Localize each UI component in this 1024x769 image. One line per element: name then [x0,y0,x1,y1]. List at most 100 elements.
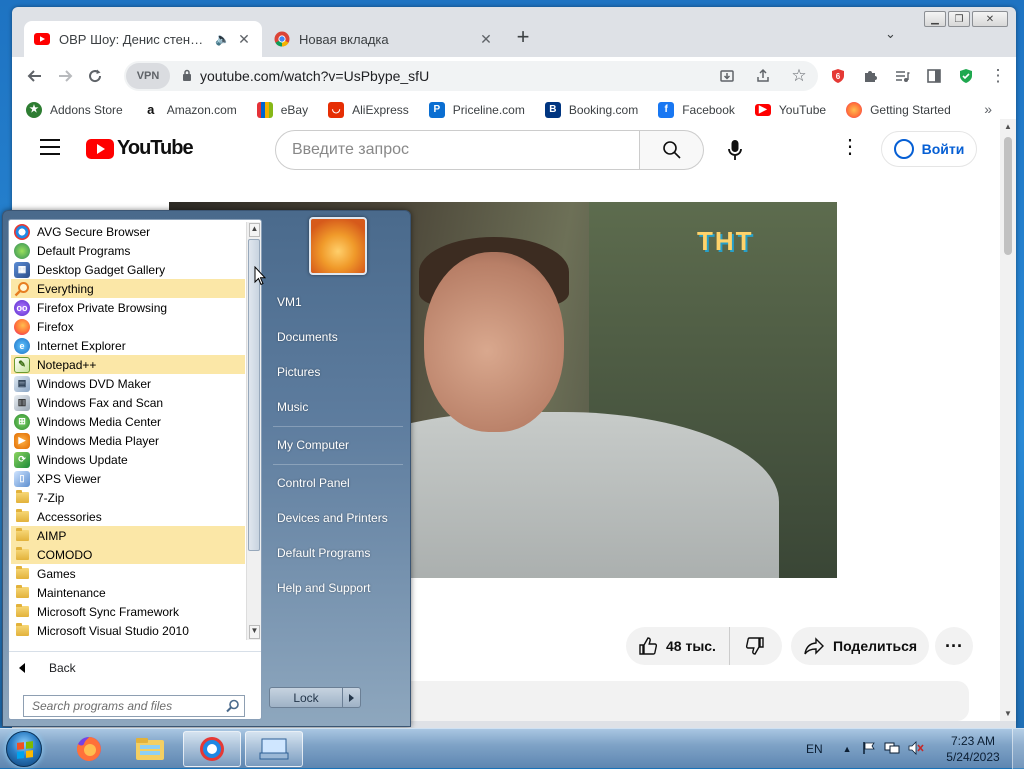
kebab-menu-icon[interactable]: ⋮ [982,61,1014,91]
link-music[interactable]: Music [277,400,308,414]
bookmark-priceline[interactable]: P Priceline.com [428,101,525,118]
network-icon[interactable] [884,741,900,758]
side-panel-icon[interactable] [918,61,950,91]
back-button[interactable]: Back [9,651,261,683]
bookmark-facebook[interactable]: f Facebook [658,101,735,118]
youtube-search-button[interactable] [640,130,704,170]
page-scroll-thumb[interactable] [1004,137,1012,255]
avg-shield-icon[interactable] [950,61,982,91]
install-app-icon[interactable] [712,61,742,91]
taskbar-firefox[interactable] [60,731,118,767]
hamburger-menu-icon[interactable] [40,139,60,155]
volume-muted-icon[interactable] [908,740,924,758]
youtube-logo[interactable]: YouTube [86,137,194,160]
program-everything[interactable]: Everything [11,279,245,298]
program-desktop-gadget-gallery[interactable]: ▦ Desktop Gadget Gallery [11,260,245,279]
language-indicator[interactable]: EN [806,742,823,756]
bookmark-youtube[interactable]: ▶ YouTube [754,103,826,117]
speaker-icon[interactable]: 🔈 [215,32,230,46]
program-windows-media-center[interactable]: ⊞ Windows Media Center [11,412,245,431]
program-folder-games[interactable]: Games [11,564,245,583]
program-folder-ms-visual-studio[interactable]: Microsoft Visual Studio 2010 [11,621,245,640]
start-button[interactable] [6,731,42,767]
youtube-search-input[interactable]: Введите запрос [275,130,640,170]
settings-dots-icon[interactable]: ⋮ [840,137,860,157]
scroll-down-arrow-icon[interactable]: ▼ [1004,709,1012,718]
bookmark-aliexpress[interactable]: ◡ AliExpress [328,101,409,118]
program-windows-dvd-maker[interactable]: ▤ Windows DVD Maker [11,374,245,393]
page-scrollbar[interactable]: ▲ ▼ [1000,119,1016,721]
share-button[interactable]: Поделиться [791,627,929,665]
show-desktop-button[interactable] [1012,729,1024,769]
address-bar[interactable]: VPN youtube.com/watch?v=UsPbype_sfU ☆ [124,61,818,91]
program-firefox[interactable]: Firefox [11,317,245,336]
bookmark-star-icon[interactable]: ☆ [784,61,814,91]
program-xps-viewer[interactable]: ▯ XPS Viewer [11,469,245,488]
program-notepadpp[interactable]: ✎ Notepad++ [11,355,245,374]
puzzle-extensions-icon[interactable] [854,61,886,91]
reload-icon[interactable] [80,61,110,91]
close-window-button[interactable]: ✕ [972,11,1008,27]
dislike-button[interactable] [730,627,780,665]
program-folder-ms-sync-framework[interactable]: Microsoft Sync Framework [11,602,245,621]
tab-youtube[interactable]: ОВР Шоу: Денис стендапер 🔈 ✕ [24,21,262,57]
vpn-badge[interactable]: VPN [126,63,170,89]
action-center-flag-icon[interactable] [862,741,876,758]
forward-arrow-icon[interactable] [50,61,80,91]
program-windows-media-player[interactable]: ▶ Windows Media Player [11,431,245,450]
signin-button[interactable]: Войти [881,131,977,167]
media-controls-icon[interactable] [886,61,918,91]
lock-button[interactable]: Lock [269,687,343,708]
program-firefox-private[interactable]: oo Firefox Private Browsing [11,298,245,317]
close-tab-icon[interactable]: ✕ [478,31,494,48]
shutdown-options-arrow-icon[interactable] [343,687,361,708]
minimize-button[interactable]: ▁ [924,11,946,27]
link-help-support[interactable]: Help and Support [277,581,370,595]
taskbar-avg-browser[interactable] [183,731,241,767]
back-arrow-icon[interactable] [20,61,50,91]
start-search-input[interactable]: Search programs and files [23,695,245,717]
scroll-down-arrow-icon[interactable]: ▼ [249,625,260,639]
restore-button[interactable]: ❐ [948,11,970,27]
program-folder-comodo[interactable]: COMODO [11,545,245,564]
link-default-programs[interactable]: Default Programs [277,546,370,560]
share-icon[interactable] [748,61,778,91]
taskbar-explorer[interactable] [121,731,179,767]
bookmark-getting-started[interactable]: Getting Started [846,101,951,118]
new-tab-button[interactable]: + [510,25,536,51]
bookmark-amazon[interactable]: a Amazon.com [142,101,237,118]
link-control-panel[interactable]: Control Panel [277,476,350,490]
tab-search-chevron-icon[interactable]: ⌄ [885,26,896,42]
program-windows-fax-scan[interactable]: ▥ Windows Fax and Scan [11,393,245,412]
program-default-programs[interactable]: Default Programs [11,241,245,260]
bookmark-booking[interactable]: B Booking.com [544,101,638,118]
like-button[interactable]: 48 тыс. [626,627,730,665]
clock[interactable]: 7:23 AM 5/24/2023 [940,733,1006,765]
scroll-up-arrow-icon[interactable]: ▲ [1004,122,1012,131]
more-actions-button[interactable]: ··· [935,627,973,665]
program-folder-7zip[interactable]: 7-Zip [11,488,245,507]
program-folder-aimp[interactable]: AIMP [11,526,245,545]
close-tab-icon[interactable]: ✕ [236,31,252,48]
user-picture[interactable] [309,217,367,275]
bookmark-addons-store[interactable]: ★ Addons Store [26,101,123,118]
tab-new-tab[interactable]: Новая вкладка ✕ [264,21,504,57]
program-avg-secure-browser[interactable]: AVG Secure Browser [11,222,245,241]
show-hidden-icons-arrow-icon[interactable]: ▲ [843,744,852,754]
lock-icon[interactable] [182,69,192,84]
program-windows-update[interactable]: ⟳ Windows Update [11,450,245,469]
adblock-extension-icon[interactable]: 6 [822,61,854,91]
link-pictures[interactable]: Pictures [277,365,320,379]
program-internet-explorer[interactable]: e Internet Explorer [11,336,245,355]
bookmark-ebay[interactable]: eBay [256,101,308,118]
link-vm1[interactable]: VM1 [277,295,302,309]
link-devices-printers[interactable]: Devices and Printers [277,511,388,525]
program-folder-maintenance[interactable]: Maintenance [11,583,245,602]
link-my-computer[interactable]: My Computer [277,438,349,452]
program-folder-accessories[interactable]: Accessories [11,507,245,526]
link-documents[interactable]: Documents [277,330,338,344]
bookmarks-overflow-icon[interactable]: » [984,101,992,117]
microphone-icon[interactable] [720,135,750,165]
scroll-up-arrow-icon[interactable]: ▲ [249,223,260,237]
taskbar-keyboard-app[interactable] [245,731,303,767]
